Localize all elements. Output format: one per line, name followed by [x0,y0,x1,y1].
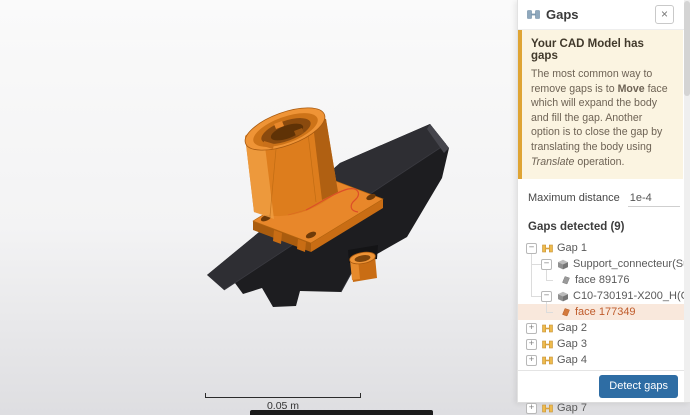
model-small-cylinder[interactable] [348,245,378,282]
tree-label: Gap 2 [557,322,587,335]
panel-footer: Detect gaps [518,370,690,402]
tree-label: Gap 7 [557,402,587,415]
tree-row-face-177349-selected[interactable]: face 177349 [518,304,690,321]
max-distance-row: Maximum distance m [528,191,690,208]
warning-title: Your CAD Model has gaps [531,38,644,62]
bottom-bar [250,410,433,415]
tree-row-gap-1[interactable]: − Gap 1 [518,240,690,256]
warning-bold-move: Move [617,82,645,95]
max-distance-input[interactable] [627,191,680,208]
max-distance-label: Maximum distance [528,192,620,205]
tree-label: Gap 4 [557,354,587,367]
warning-body: The most common way to remove gaps is to… [531,67,673,169]
expand-toggle[interactable]: + [526,323,537,334]
collapse-toggle[interactable]: − [526,243,537,254]
gap-icon [542,356,553,365]
panel-scrollbar[interactable] [684,0,690,402]
tree-label: face 177349 [575,306,636,319]
tree-row-gap-7[interactable]: + Gap 7 [518,400,690,415]
cad-model[interactable] [178,92,478,322]
collapse-toggle[interactable]: − [541,259,552,270]
scrollbar-thumb[interactable] [684,1,690,96]
tree-row-body-c10[interactable]: − C10-730191-X200_H(C10-... [518,288,690,304]
expand-toggle[interactable]: + [526,339,537,350]
gaps-icon [527,9,540,20]
collapse-toggle[interactable]: − [541,291,552,302]
tree-row-body-support[interactable]: − Support_connecteur(Suppor... [518,256,690,272]
tree-label: Support_connecteur(Suppor... [573,258,690,271]
face-icon [561,307,571,317]
warning-text: operation. [574,155,625,168]
tree-label: Gap 3 [557,338,587,351]
panel-title: Gaps [546,7,579,22]
expand-toggle[interactable]: + [526,403,537,414]
gap-icon [542,404,553,413]
gaps-panel: Gaps × Your CAD Model has gaps The most … [517,0,690,414]
tree-row-gap-4[interactable]: + Gap 4 [518,352,690,368]
tree-label: Gap 1 [557,242,587,255]
close-icon[interactable]: × [655,5,674,24]
gap-icon [542,324,553,333]
warning-banner: Your CAD Model has gaps The most common … [518,30,683,180]
tree-label: C10-730191-X200_H(C10-... [573,290,690,303]
tree-row-face-89176[interactable]: face 89176 [518,272,690,288]
tree-row-gap-2[interactable]: + Gap 2 [518,320,690,336]
cube-icon [557,291,569,302]
detect-gaps-button[interactable]: Detect gaps [599,375,678,398]
scale-bar [205,393,361,398]
gaps-detected-heading: Gaps detected (9) [528,221,625,234]
tree-label: face 89176 [575,274,630,287]
gap-icon [542,244,553,253]
panel-header: Gaps × [518,0,690,30]
cube-icon [557,259,569,270]
gap-icon [542,340,553,349]
warning-italic-translate: Translate [531,155,575,168]
face-icon [561,275,571,285]
tree-row-gap-3[interactable]: + Gap 3 [518,336,690,352]
expand-toggle[interactable]: + [526,355,537,366]
